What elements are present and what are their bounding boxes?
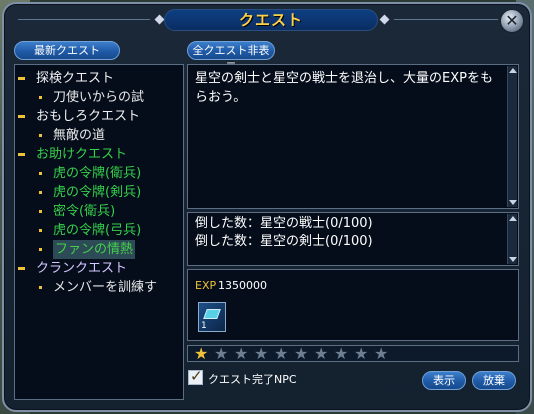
targets-scrollbar[interactable]	[507, 214, 517, 264]
show-button[interactable]: 表示	[422, 371, 466, 390]
category-label: おもしろクエスト	[36, 109, 141, 124]
bullet-icon	[39, 96, 42, 99]
scroll-up-icon[interactable]	[509, 216, 517, 221]
star-empty-icon: ★	[254, 344, 269, 363]
difficulty-stars: ★ ★ ★ ★ ★ ★ ★ ★ ★ ★	[187, 345, 519, 362]
quest-item-label: 刀使いからの試	[53, 90, 145, 105]
quest-complete-npc-checkbox[interactable]: ✓	[188, 367, 203, 385]
star-empty-icon: ★	[294, 344, 309, 363]
star-empty-icon: ★	[214, 344, 229, 363]
category-label: 探検クエスト	[36, 71, 115, 86]
star-filled-icon: ★	[194, 344, 209, 363]
bullet-icon	[39, 286, 42, 289]
category-label: お助けクエスト	[36, 147, 128, 162]
quest-item-label: 密令(衛兵)	[53, 204, 116, 219]
description-scrollbar[interactable]	[507, 66, 517, 207]
category-label: クランクエスト	[36, 261, 128, 276]
quest-reward-panel: EXP 1350000 1	[187, 269, 519, 341]
quest-item-label: 無敵の道	[53, 128, 106, 143]
reward-item-count: 1	[201, 321, 207, 331]
hide-all-quests-button[interactable]: 全クエスト非表示	[187, 41, 275, 74]
window-title: クエスト	[164, 9, 378, 31]
star-empty-icon: ★	[374, 344, 389, 363]
collapse-icon	[18, 153, 25, 156]
latest-quest-button[interactable]: 最新クエスト	[14, 41, 120, 60]
star-empty-icon: ★	[314, 344, 329, 363]
quest-item-label: ファンの情熱	[53, 240, 136, 259]
title-rule-left	[18, 19, 150, 20]
abandon-button[interactable]: 放棄	[472, 371, 516, 390]
target-line: 倒した数：星空の戦士(0/100)	[195, 216, 373, 231]
collapse-icon	[18, 267, 25, 270]
quest-complete-npc-label: クエスト完了NPC	[208, 373, 297, 386]
collapse-icon	[18, 115, 25, 118]
quest-item-label: メンバーを訓練す	[53, 280, 158, 295]
quest-description: 星空の剣士と星空の戦士を退治し、大量のEXPをもらおう。	[195, 71, 493, 105]
collapse-icon	[18, 77, 25, 80]
scroll-up-icon[interactable]	[509, 68, 517, 73]
scroll-down-icon[interactable]	[509, 257, 517, 262]
star-empty-icon: ★	[354, 344, 369, 363]
gem-icon	[203, 309, 221, 319]
check-icon: ✓	[190, 367, 203, 385]
scroll-down-icon[interactable]	[509, 200, 517, 205]
quest-description-panel: 星空の剣士と星空の戦士を退治し、大量のEXPをもらおう。	[187, 64, 519, 209]
quest-item-label: 虎の令牌(衛兵)	[53, 166, 142, 181]
exp-label: EXP	[195, 279, 217, 292]
star-empty-icon: ★	[234, 344, 249, 363]
exp-value: 1350000	[218, 279, 267, 292]
star-empty-icon: ★	[274, 344, 289, 363]
bullet-icon	[39, 229, 42, 232]
bullet-icon	[39, 134, 42, 137]
title-ornament-left	[154, 14, 165, 25]
title-ornament-right	[379, 14, 390, 25]
quest-item-label: 虎の令牌(剣兵)	[53, 185, 142, 200]
star-empty-icon: ★	[334, 344, 349, 363]
reward-item-slot[interactable]: 1	[198, 302, 226, 332]
target-line: 倒した数：星空の剣士(0/100)	[195, 234, 373, 249]
close-button[interactable]: ✕	[500, 9, 524, 33]
quest-item-label: 虎の令牌(弓兵)	[53, 223, 142, 238]
bullet-icon	[39, 172, 42, 175]
title-rule-right	[394, 19, 498, 20]
bullet-icon	[39, 191, 42, 194]
bullet-icon	[39, 210, 42, 213]
quest-targets-panel: 倒した数：星空の戦士(0/100) 倒した数：星空の剣士(0/100)	[187, 212, 519, 266]
bullet-icon	[39, 248, 42, 251]
quest-list-panel: 探検クエスト 刀使いからの試 おもしろクエスト 無敵の道 お助けクエスト 虎の令…	[14, 64, 184, 400]
